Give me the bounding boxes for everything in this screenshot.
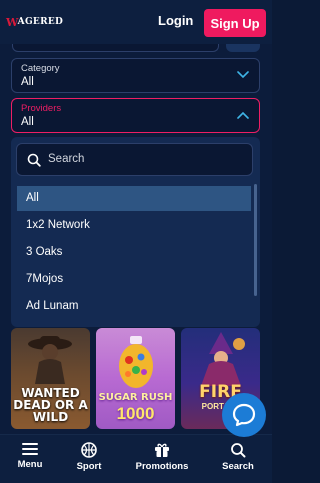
search-icon — [231, 443, 246, 458]
provider-search-input[interactable]: Search — [16, 143, 253, 176]
category-select[interactable]: Category All — [11, 58, 260, 93]
wizard-illustration — [201, 332, 245, 386]
gift-icon — [155, 443, 169, 457]
search-icon — [27, 153, 41, 167]
nav-promotions[interactable]: Promotions — [132, 435, 192, 483]
provider-option-all[interactable]: All — [17, 186, 251, 211]
menu-icon — [22, 443, 38, 455]
cowboy-illustration — [28, 336, 72, 384]
nav-search[interactable]: Search — [218, 435, 258, 483]
chevron-up-icon — [237, 111, 249, 119]
nav-menu[interactable]: Menu — [12, 435, 48, 483]
providers-dropdown: Search All 1x2 Network 3 Oaks 7Mojos Ad … — [11, 137, 260, 327]
basketball-icon — [81, 442, 97, 458]
nav-promotions-label: Promotions — [135, 461, 189, 472]
providers-select[interactable]: Providers All — [11, 98, 260, 133]
provider-option[interactable]: 3 Oaks — [17, 240, 251, 265]
login-button[interactable]: Login — [158, 13, 193, 28]
nav-search-label: Search — [222, 461, 254, 472]
chevron-down-icon — [237, 71, 249, 79]
nav-menu-label: Menu — [17, 459, 43, 470]
game-title: SUGAR RUSH — [98, 392, 173, 403]
providers-label: Providers — [21, 103, 62, 114]
providers-value: All — [21, 116, 34, 128]
bottom-navigation: Menu Sport Promotions Search — [0, 434, 272, 483]
game-title-number: 1000 — [116, 404, 155, 423]
search-placeholder: Search — [48, 153, 85, 165]
game-title: WANTED DEAD OR A WILD — [13, 386, 88, 424]
category-value: All — [21, 76, 34, 88]
nav-sport[interactable]: Sport — [70, 435, 108, 483]
game-card[interactable]: WANTED DEAD OR A WILD — [11, 328, 90, 429]
top-bar: W AGERED Login Sign Up — [0, 0, 272, 44]
signup-button[interactable]: Sign Up — [204, 9, 266, 37]
provider-option[interactable]: 1x2 Network — [17, 213, 251, 238]
page: W AGERED Login Sign Up Category All Provi… — [0, 0, 272, 483]
nav-sport-label: Sport — [76, 461, 102, 472]
provider-option[interactable]: 7Mojos — [17, 267, 251, 292]
live-chat-button[interactable] — [222, 393, 266, 437]
provider-option[interactable]: Ad Lunam — [17, 294, 251, 319]
egg-illustration — [119, 336, 153, 388]
category-label: Category — [21, 63, 60, 74]
chat-bubble-icon — [232, 403, 256, 427]
game-card[interactable]: SUGAR RUSH 1000 — [96, 328, 175, 429]
dropdown-scrollbar[interactable] — [254, 184, 257, 296]
brand-logo[interactable]: W AGERED — [6, 16, 63, 29]
